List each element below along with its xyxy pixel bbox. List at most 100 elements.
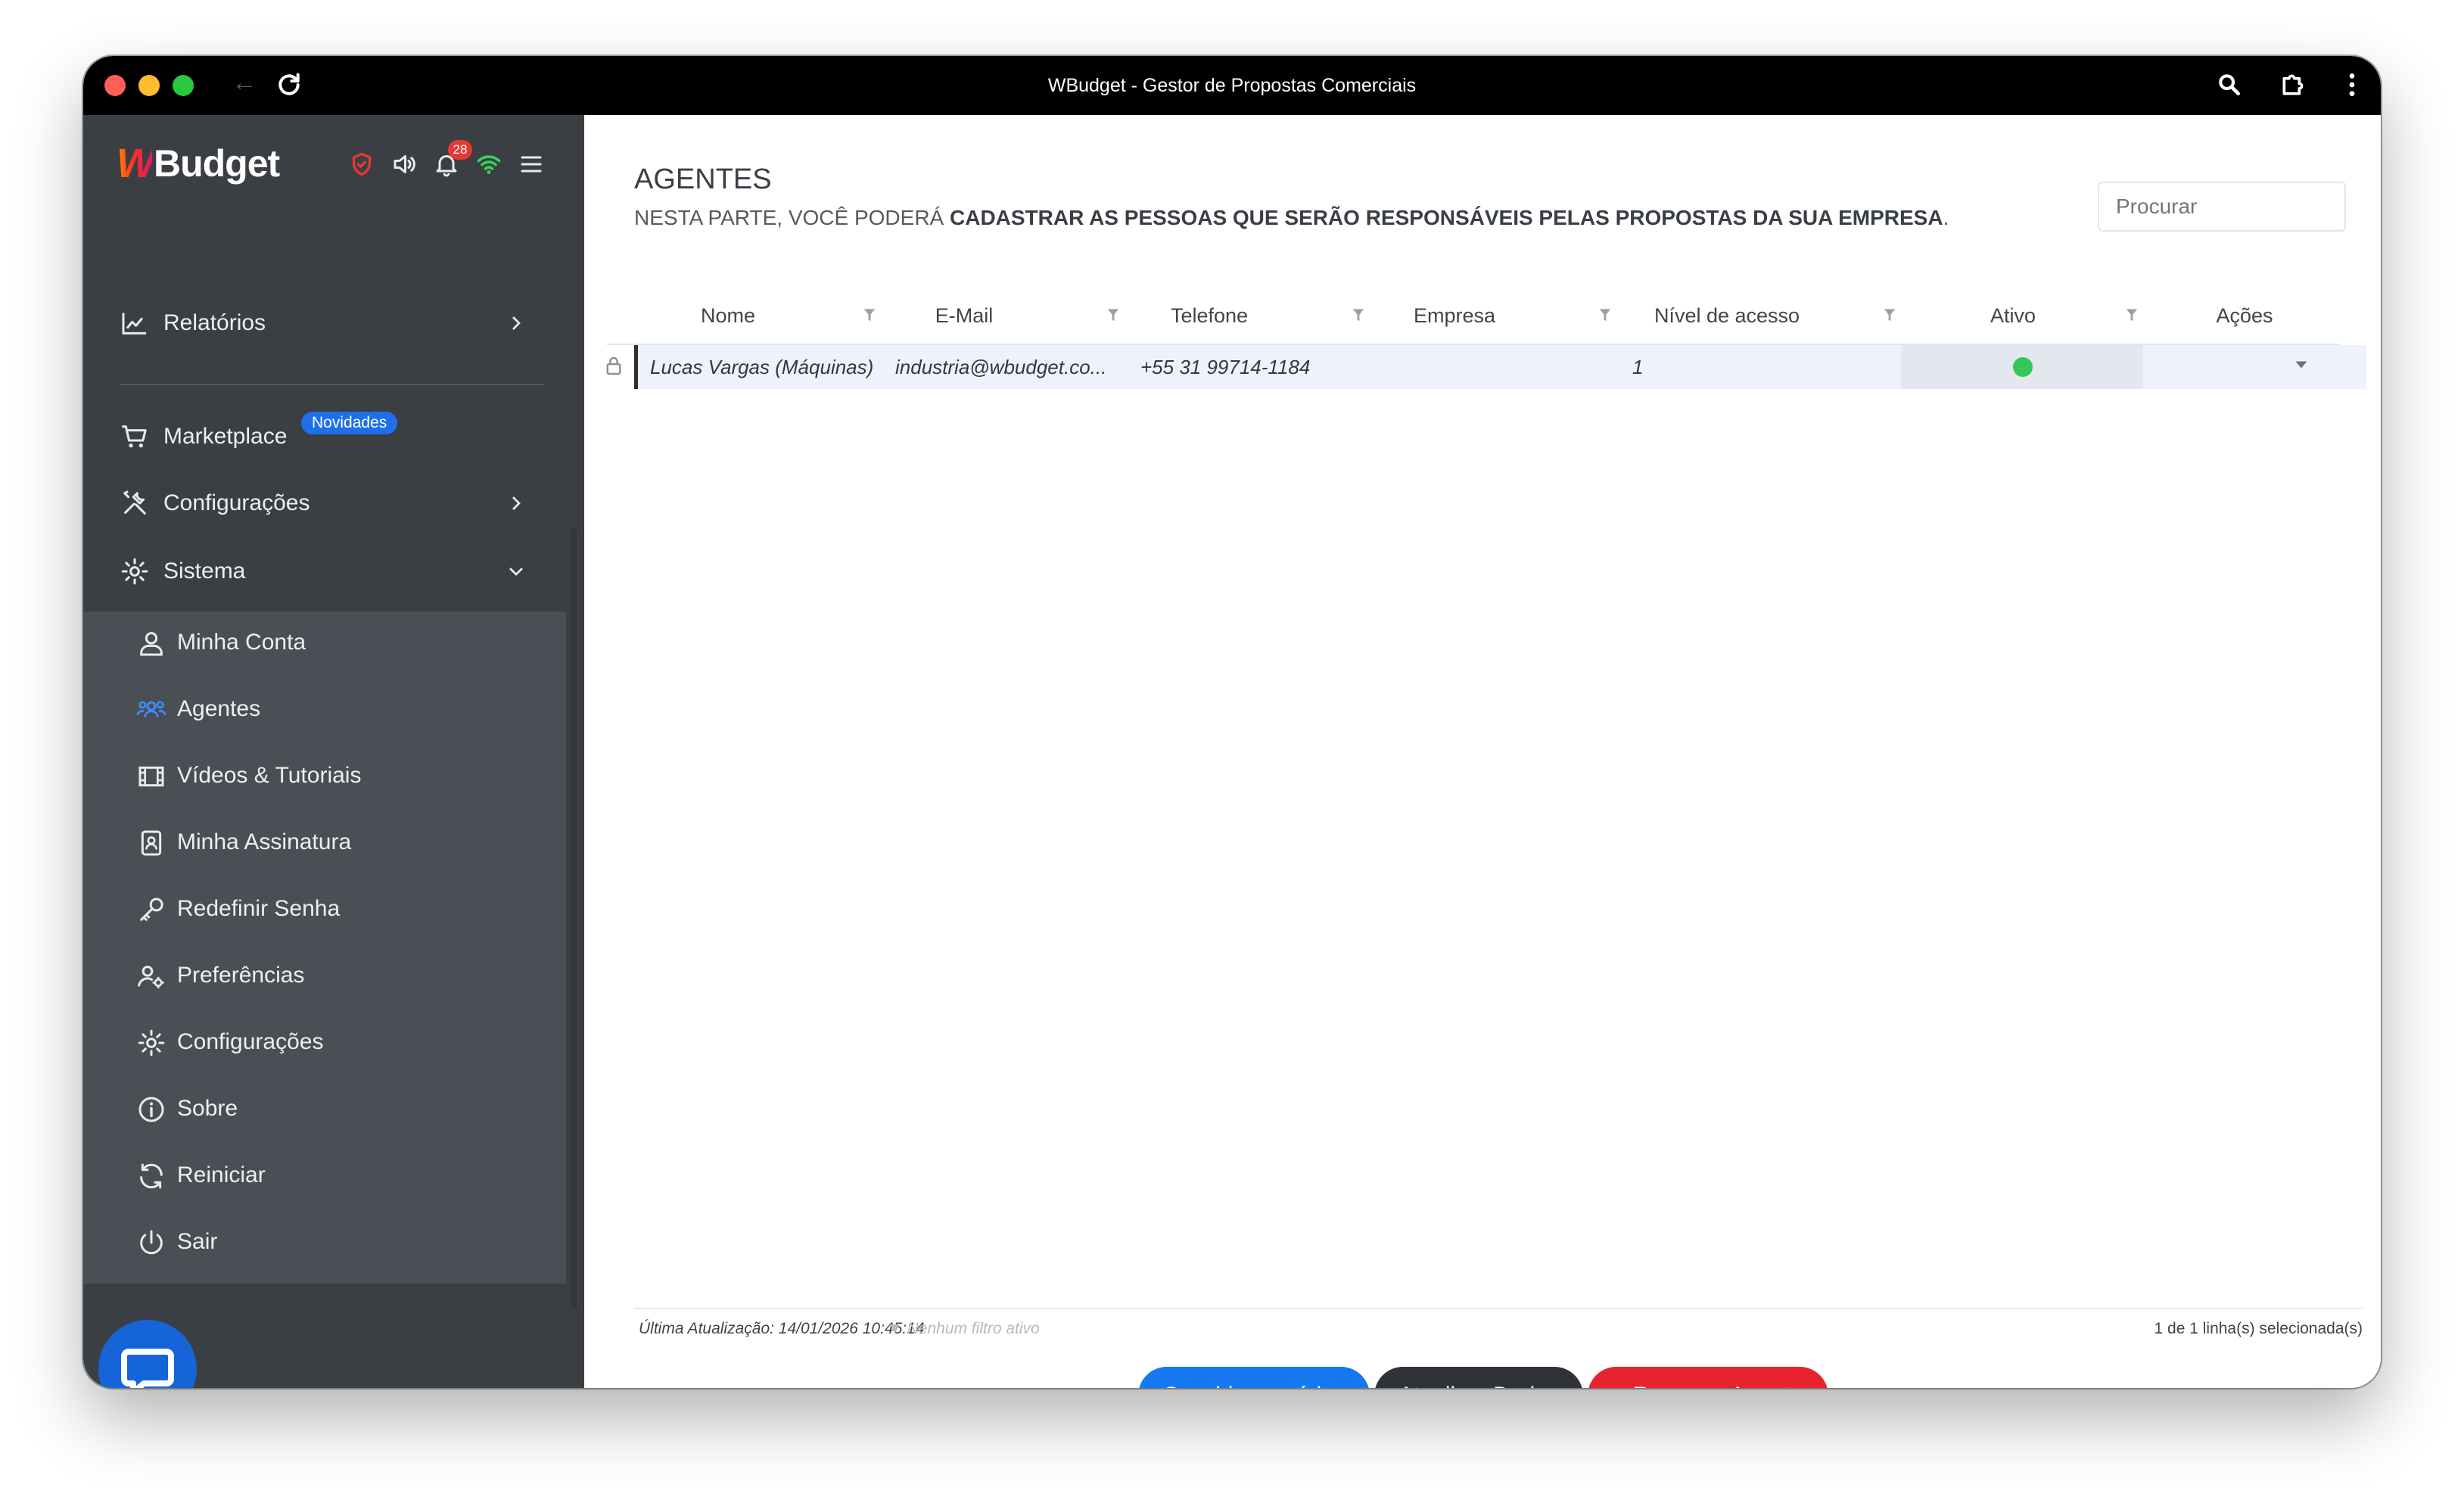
chevron-right-icon xyxy=(512,496,521,510)
submenu-item-label: Preferências xyxy=(177,963,305,988)
submenu-item-label: Redefinir Senha xyxy=(177,896,341,921)
search-input[interactable] xyxy=(2098,182,2346,232)
logo-mark: W xyxy=(117,141,155,186)
gear-icon xyxy=(138,1029,165,1057)
submenu-item-label: Configurações xyxy=(177,1029,324,1054)
extensions-icon[interactable] xyxy=(2278,70,2308,100)
sidebar-item-marketplace[interactable]: Marketplace Novidades xyxy=(83,410,584,463)
submenu-item-label: Agentes xyxy=(177,696,261,721)
chat-support-button[interactable] xyxy=(98,1320,197,1388)
cell-telefone: +55 31 99714-1184 xyxy=(1140,356,1311,378)
actions-dropdown-caret-icon[interactable] xyxy=(2294,360,2308,369)
column-header-telefone[interactable]: Telefone xyxy=(1134,288,1285,344)
submenu-item-label: Reiniciar xyxy=(177,1162,266,1187)
wbudget-logo[interactable]: W Budget xyxy=(117,141,280,186)
window-title: WBudget - Gestor de Propostas Comerciais xyxy=(1047,75,1417,96)
submenu-item-sobre[interactable]: Sobre xyxy=(83,1078,566,1144)
column-header-nome[interactable]: Nome xyxy=(652,288,804,344)
page-subtitle: NESTA PARTE, VOCÊ PODERÁ CADASTRAR AS PE… xyxy=(634,206,1949,230)
column-header-email[interactable]: E-Mail xyxy=(888,288,1040,344)
sidebar-item-relatorios[interactable]: Relatórios xyxy=(83,297,584,350)
filter-status-text: Nenhum filtro ativo xyxy=(907,1320,1040,1337)
shield-icon[interactable] xyxy=(348,151,375,178)
main-content: AGENTES NESTA PARTE, VOCÊ PODERÁ CADASTR… xyxy=(584,115,2381,1388)
id-badge-icon xyxy=(141,830,162,856)
power-icon xyxy=(140,1230,163,1255)
hamburger-menu-icon[interactable] xyxy=(518,151,545,178)
refresh-data-button[interactable]: Atualizar Dados xyxy=(1374,1367,1583,1388)
chart-icon xyxy=(122,313,146,335)
column-header-ativo[interactable]: Ativo xyxy=(1937,288,2089,344)
submenu-item-redefinir-senha[interactable]: Redefinir Senha xyxy=(83,878,566,945)
remove-agent-button[interactable]: – Remover Agente xyxy=(1588,1367,1828,1388)
filter-icon[interactable] xyxy=(1106,308,1120,323)
submenu-item-preferencias[interactable]: Preferências xyxy=(83,945,566,1011)
sidebar-item-sistema[interactable]: Sistema xyxy=(83,545,584,598)
zoom-icon[interactable] xyxy=(2214,70,2245,100)
sidebar-item-label: Sistema xyxy=(163,559,246,584)
submenu-item-agentes[interactable]: Agentes xyxy=(83,678,566,745)
subtitle-suffix: . xyxy=(1943,206,1949,229)
notifications-button[interactable]: 28 xyxy=(433,140,472,178)
filter-status: ▼ Nenhum filtro ativo xyxy=(887,1320,1040,1338)
column-header-acoes: Ações xyxy=(2216,304,2273,327)
submenu-item-minha-assinatura[interactable]: Minha Assinatura xyxy=(83,811,566,878)
lock-icon xyxy=(606,356,621,375)
filter-icon[interactable] xyxy=(1352,308,1365,323)
cell-email: industria@wbudget.co... xyxy=(895,356,1107,378)
logo-text: Budget xyxy=(153,142,280,185)
info-icon xyxy=(138,1097,164,1122)
header-icons: 28 xyxy=(348,140,545,183)
sidebar-item-label: Marketplace xyxy=(163,424,288,449)
invite-users-button[interactable]: Convidar usuários xyxy=(1138,1367,1370,1388)
footer-divider xyxy=(634,1308,2363,1309)
filter-icon[interactable] xyxy=(863,308,876,323)
submenu-item-label: Sair xyxy=(177,1229,218,1254)
more-options-icon[interactable] xyxy=(2337,70,2367,100)
submenu-item-sair[interactable]: Sair xyxy=(83,1211,566,1277)
film-icon xyxy=(138,766,164,787)
table-header: Nome E-Mail Telefone Empresa Nível de ac… xyxy=(607,288,2340,345)
sidebar-item-label: Configurações xyxy=(163,490,310,515)
column-header-nivel-acesso[interactable]: Nível de acesso xyxy=(1613,288,1840,344)
subtitle-prefix: NESTA PARTE, VOCÊ PODERÁ xyxy=(634,206,950,229)
user-icon xyxy=(140,632,163,656)
submenu-item-reiniciar[interactable]: Reiniciar xyxy=(83,1144,566,1211)
submenu-item-minha-conta[interactable]: Minha Conta xyxy=(83,612,566,678)
filter-icon[interactable] xyxy=(2125,308,2139,323)
title-bar: ← WBudget - Gestor de Propostas Comercia… xyxy=(83,56,2381,115)
filter-icon[interactable] xyxy=(1883,308,1896,323)
sidebar-item-label: Relatórios xyxy=(163,310,266,335)
user-settings-icon xyxy=(137,966,164,988)
users-icon xyxy=(136,701,166,718)
submenu-item-label: Vídeos & Tutoriais xyxy=(177,763,362,788)
cell-nome: Lucas Vargas (Máquinas) xyxy=(650,356,874,378)
tools-icon xyxy=(123,490,146,515)
column-header-empresa[interactable]: Empresa xyxy=(1379,288,1530,344)
filter-icon[interactable] xyxy=(1598,308,1612,323)
submenu-item-label: Minha Assinatura xyxy=(177,829,352,854)
gear-icon xyxy=(121,558,148,585)
submenu-item-label: Minha Conta xyxy=(177,630,306,655)
submenu-item-label: Sobre xyxy=(177,1096,238,1121)
notification-count-badge: 28 xyxy=(448,140,472,160)
filter-icon: ▼ xyxy=(887,1320,907,1337)
submenu-item-configuracoes[interactable]: Configurações xyxy=(83,1011,566,1078)
sidebar: W Budget 28 Relatórios Marketplace Novid… xyxy=(83,115,584,1388)
sidebar-item-configuracoes[interactable]: Configurações xyxy=(83,477,584,530)
app-window: ← WBudget - Gestor de Propostas Comercia… xyxy=(83,56,2381,1388)
submenu-item-videos-tutoriais[interactable]: Vídeos & Tutoriais xyxy=(83,745,566,811)
sistema-submenu: Minha Conta Agentes Vídeos & Tutoriais M… xyxy=(83,612,566,1284)
subtitle-bold: CADASTRAR AS PESSOAS QUE SERÃO RESPONSÁV… xyxy=(950,206,1943,229)
sidebar-divider xyxy=(120,384,543,385)
key-icon xyxy=(140,898,163,921)
refresh-icon xyxy=(140,1163,163,1189)
cart-icon xyxy=(122,425,147,448)
wifi-icon[interactable] xyxy=(475,151,502,178)
selection-count: 1 de 1 linha(s) selecionada(s) xyxy=(2154,1320,2363,1337)
novidades-badge: Novidades xyxy=(301,412,398,434)
speaker-icon[interactable] xyxy=(390,151,418,178)
chat-bubble-icon xyxy=(121,1349,174,1388)
sidebar-scrollbar[interactable] xyxy=(571,528,577,1308)
chevron-right-icon xyxy=(512,316,521,330)
